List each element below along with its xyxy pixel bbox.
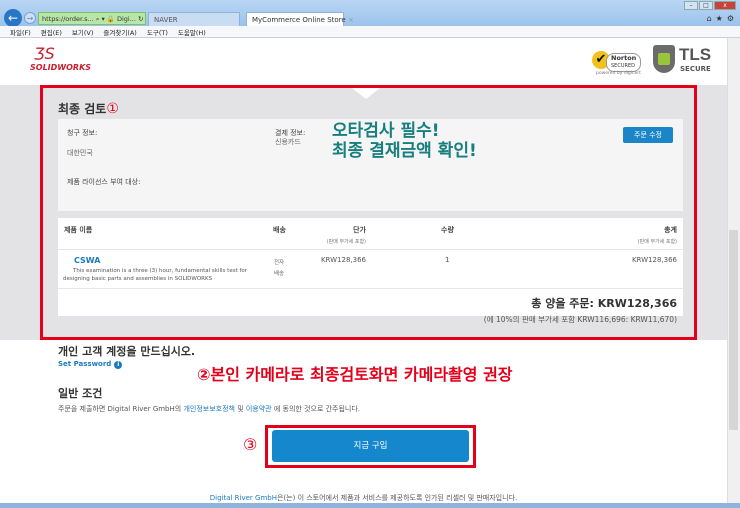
close-window-button[interactable]: x (714, 1, 736, 10)
tls-badge: TLS SECURE (653, 45, 715, 77)
create-account-heading: 개인 고객 계정을 만드십시오. (58, 345, 196, 358)
menu-file[interactable]: 파일(F) (10, 27, 31, 37)
lock-shield-icon (653, 45, 675, 73)
menu-bar: 파일(F) 편집(E) 보기(V) 즐겨찾기(A) 도구(T) 도움말(H) (0, 26, 740, 38)
terms-heading: 일반 조건 (58, 387, 103, 400)
address-bar[interactable]: https://order.s... ⌕ ▾ 🔒 Digi... ↻ (38, 12, 146, 25)
ds-logo-icon: ƷS (34, 44, 55, 63)
menu-tools[interactable]: 도구(T) (147, 27, 168, 37)
digital-river-link[interactable]: Digital River GmbH (210, 494, 277, 502)
buy-now-button[interactable]: 지금 구입 (272, 430, 469, 462)
privacy-policy-link[interactable]: 개인정보보호정책 (183, 405, 235, 413)
tab-mycommerce[interactable]: MyCommerce Online Store × (246, 12, 354, 26)
terms-text: 주문을 제출하면 Digital River GmbH의 개인정보보호정책 및 … (58, 405, 361, 413)
set-password-link[interactable]: Set Password i (58, 360, 123, 369)
forward-button[interactable]: → (24, 12, 36, 24)
tab-label: MyCommerce Online Store (252, 16, 346, 24)
home-icon[interactable]: ⌂ (707, 14, 712, 23)
annotation-memo-2: ②본인 카메라로 최종검토화면 카메라촬영 권장 (197, 365, 513, 384)
gear-icon[interactable]: ⚙ (727, 14, 734, 23)
scrollbar-thumb[interactable] (729, 230, 738, 430)
info-icon[interactable]: i (114, 361, 123, 369)
back-button[interactable]: ← (4, 9, 22, 27)
solidworks-logo[interactable]: ƷS SOLIDWORKS (30, 44, 91, 72)
norton-badge: ✔ Norton SECURED powered by digicert (592, 45, 644, 77)
maximize-button[interactable]: □ (699, 1, 713, 10)
tab-naver[interactable]: NAVER (148, 12, 240, 26)
footer-text: Digital River GmbH은(는) 이 스토어에서 제품과 서비스를 … (209, 494, 518, 502)
terms-of-use-link[interactable]: 이용약관 (246, 405, 272, 413)
close-tab-icon[interactable]: × (348, 16, 354, 24)
menu-favorites[interactable]: 즐겨찾기(A) (103, 27, 136, 37)
tab-label: NAVER (154, 16, 178, 24)
menu-view[interactable]: 보기(V) (72, 27, 93, 37)
star-icon[interactable]: ★ (716, 14, 723, 23)
annotation-highlight-box (40, 85, 697, 340)
menu-edit[interactable]: 편집(E) (41, 27, 62, 37)
menu-help[interactable]: 도움말(H) (178, 27, 206, 37)
window-border (0, 503, 740, 508)
minimize-button[interactable]: – (684, 1, 698, 10)
annotation-marker-3: ③ (243, 435, 258, 454)
